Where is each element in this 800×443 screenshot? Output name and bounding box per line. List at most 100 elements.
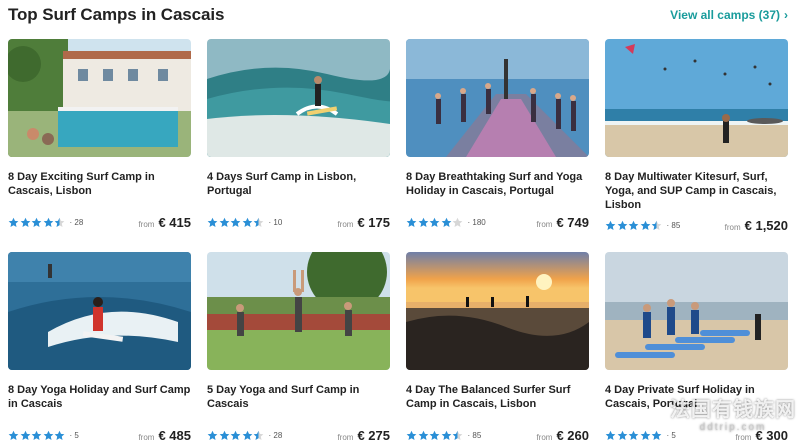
camp-meta: · 5 from € 485 (8, 428, 191, 443)
camp-meta: · 10 from € 175 (207, 215, 390, 230)
star-rating: · 85 (406, 430, 481, 441)
camp-title[interactable]: 8 Day Exciting Surf Camp in Cascais, Lis… (8, 170, 191, 212)
star-icon (253, 217, 264, 227)
price-value: € 415 (158, 215, 191, 230)
star-icon (219, 430, 229, 440)
star-icon (253, 430, 264, 440)
price-from-label: from (536, 220, 553, 229)
price-from-label: from (138, 433, 155, 442)
star-icon (418, 430, 428, 440)
camp-image-surf-lesson[interactable] (605, 252, 788, 370)
camp-title[interactable]: 4 Day The Balanced Surfer Surf Camp in C… (406, 383, 589, 425)
watermark-line-2: ddtrip.com (699, 422, 767, 433)
price: from € 175 (337, 215, 390, 230)
camp-meta: · 180 from € 749 (406, 215, 589, 230)
star-icon (54, 217, 65, 227)
camp-image-yoga-pier[interactable] (406, 39, 589, 157)
camp-title[interactable]: 8 Day Breathtaking Surf and Yoga Holiday… (406, 170, 589, 212)
camp-card[interactable]: 8 Day Yoga Holiday and Surf Camp in Casc… (8, 252, 191, 443)
camp-title[interactable]: 8 Day Yoga Holiday and Surf Camp in Casc… (8, 383, 191, 425)
price-from-label: from (138, 220, 155, 229)
star-icon (441, 217, 451, 227)
watermark: 法国有钱族网 ddtrip.com (670, 393, 796, 433)
star-icon (605, 430, 616, 440)
star-icon (406, 430, 417, 440)
star-icon (207, 217, 218, 227)
star-icon (230, 217, 241, 227)
camp-meta: · 85 from € 260 (406, 428, 589, 443)
price-value: € 260 (556, 428, 589, 443)
star-rating: · 10 (207, 217, 282, 228)
star-icon (8, 217, 19, 227)
review-count: · 85 (666, 221, 681, 230)
camp-meta: · 85 from € 1,520 (605, 218, 788, 233)
star-icon (31, 430, 42, 440)
star-icon (20, 217, 30, 227)
star-icon (31, 217, 42, 227)
star-rating: · 85 (605, 220, 680, 231)
star-icon (230, 430, 241, 440)
star-icon (219, 217, 229, 227)
star-icon (628, 430, 639, 440)
star-rating: · 5 (8, 430, 79, 441)
camp-title[interactable]: 5 Day Yoga and Surf Camp in Cascais (207, 383, 390, 425)
watermark-line-1: 法国有钱族网 (670, 399, 796, 421)
star-icon (640, 430, 650, 440)
price: from € 275 (337, 428, 390, 443)
section-header: Top Surf Camps in Cascais View all camps… (8, 4, 788, 26)
camp-image-yoga-garden[interactable] (207, 252, 390, 370)
star-icon (441, 430, 451, 440)
price-from-label: from (337, 433, 354, 442)
star-icon (640, 220, 650, 230)
camp-card[interactable]: 4 Days Surf Camp in Lisbon, Portugal · 1… (207, 39, 390, 230)
star-icon (617, 430, 627, 440)
price-from-label: from (337, 220, 354, 229)
price: from € 1,520 (725, 218, 788, 233)
star-icon (43, 430, 53, 440)
camp-image-surfer-red[interactable] (8, 252, 191, 370)
camp-title[interactable]: 4 Days Surf Camp in Lisbon, Portugal (207, 170, 390, 212)
star-icon (406, 217, 417, 227)
price-value: € 1,520 (744, 218, 788, 233)
star-icon (429, 430, 440, 440)
star-rating: · 28 (207, 430, 282, 441)
review-count: · 180 (467, 218, 486, 227)
star-rating: · 5 (605, 430, 676, 441)
camp-card[interactable]: 8 Day Breathtaking Surf and Yoga Holiday… (406, 39, 589, 230)
star-rating: · 28 (8, 217, 83, 228)
star-icon (651, 220, 662, 230)
camp-card[interactable]: 8 Day Multiwater Kitesurf, Surf, Yoga, a… (605, 39, 788, 233)
camp-card[interactable]: 5 Day Yoga and Surf Camp in Cascais · 28… (207, 252, 390, 443)
star-icon (605, 220, 616, 230)
star-icon (651, 430, 662, 440)
camp-image-kite-beach[interactable] (605, 39, 788, 157)
star-icon (43, 217, 53, 227)
camp-image-sunset-rocks[interactable] (406, 252, 589, 370)
view-all-camps-link[interactable]: View all camps (37) › (670, 8, 788, 22)
price-from-label: from (724, 223, 741, 232)
star-icon (452, 430, 463, 440)
star-icon (628, 220, 639, 230)
star-icon (242, 430, 252, 440)
camp-title[interactable]: 8 Day Multiwater Kitesurf, Surf, Yoga, a… (605, 170, 788, 212)
star-icon (8, 430, 19, 440)
camp-card[interactable]: 4 Day The Balanced Surfer Surf Camp in C… (406, 252, 589, 443)
star-icon (452, 217, 463, 227)
price: from € 260 (536, 428, 589, 443)
view-all-label: View all camps (37) (670, 8, 780, 22)
section-title: Top Surf Camps in Cascais (8, 5, 225, 24)
star-icon (207, 430, 218, 440)
star-rating: · 180 (406, 217, 486, 228)
camp-card[interactable]: 8 Day Exciting Surf Camp in Cascais, Lis… (8, 39, 191, 230)
price-value: € 275 (357, 428, 390, 443)
camp-image-surfer-wave[interactable] (207, 39, 390, 157)
camp-image-villa-pool[interactable] (8, 39, 191, 157)
price-from-label: from (536, 433, 553, 442)
price: from € 415 (138, 215, 191, 230)
star-icon (617, 220, 627, 230)
price: from € 749 (536, 215, 589, 230)
chevron-right-icon: › (784, 8, 788, 22)
star-icon (54, 430, 65, 440)
price-value: € 485 (158, 428, 191, 443)
review-count: · 28 (69, 218, 84, 227)
